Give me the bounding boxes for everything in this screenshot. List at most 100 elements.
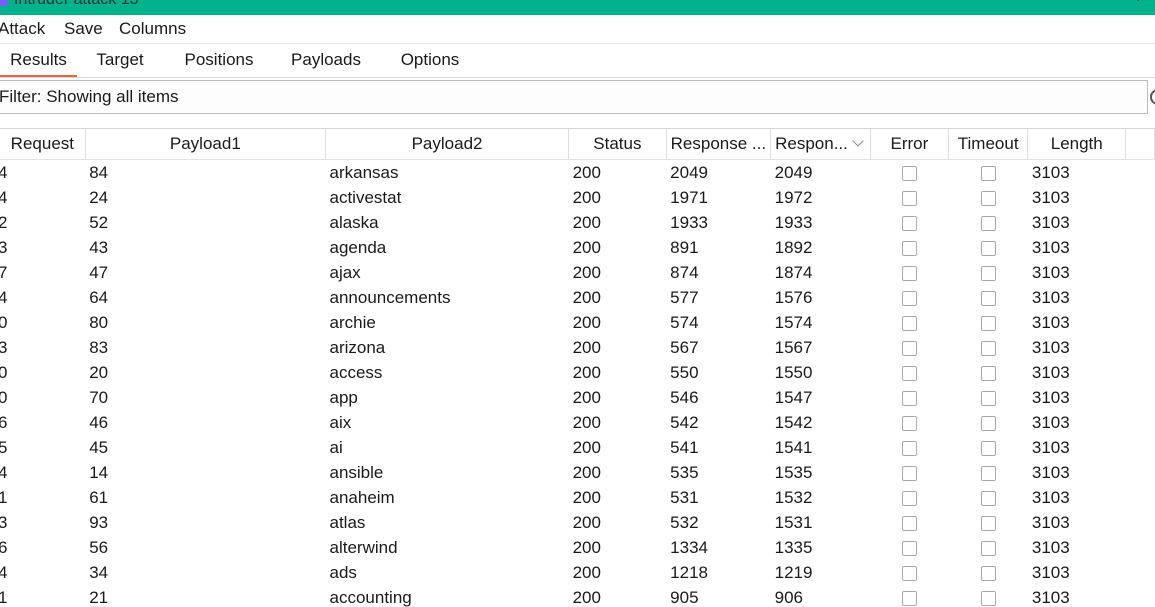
- column-header-timeout[interactable]: Timeout: [948, 129, 1029, 160]
- column-header-response-completed[interactable]: Respon...: [770, 129, 871, 160]
- timeout-checkbox[interactable]: [980, 215, 996, 231]
- timeout-checkbox[interactable]: [980, 590, 996, 606]
- row-status-cell: 200: [572, 412, 601, 432]
- timeout-checkbox[interactable]: [980, 165, 996, 181]
- menu-save[interactable]: Save: [64, 18, 103, 40]
- row-extra-cell: [1126, 310, 1155, 335]
- table-row[interactable]: 414 ansible 200 535 1535 3103: [0, 460, 1155, 485]
- table-row[interactable]: 656 alterwind 200 1334 1335 3103: [0, 535, 1155, 560]
- table-row[interactable]: 070 app 200 546 1547 3103: [0, 385, 1155, 410]
- timeout-checkbox[interactable]: [980, 465, 996, 481]
- column-header-request[interactable]: Request: [0, 129, 86, 160]
- row-timeout-cell: [948, 310, 1027, 335]
- timeout-checkbox[interactable]: [980, 390, 996, 406]
- row-payload2-cell: alaska: [329, 212, 379, 232]
- minimize-icon[interactable]: [1088, 0, 1102, 2]
- error-checkbox[interactable]: [901, 340, 917, 356]
- timeout-checkbox[interactable]: [980, 540, 996, 556]
- timeout-checkbox[interactable]: [980, 290, 996, 306]
- error-checkbox[interactable]: [901, 390, 917, 406]
- error-checkbox[interactable]: [901, 440, 917, 456]
- tab-options[interactable]: Options: [391, 44, 469, 75]
- row-extra-cell: [1126, 360, 1155, 385]
- row-request-cell: 4: [0, 285, 85, 310]
- error-checkbox[interactable]: [901, 290, 917, 306]
- table-row[interactable]: 545 ai 200 541 1541 3103: [0, 435, 1155, 460]
- tab-payloads[interactable]: Payloads: [283, 44, 369, 75]
- tab-positions[interactable]: Positions: [176, 44, 262, 75]
- timeout-checkbox[interactable]: [980, 265, 996, 281]
- row-payload2-cell: ai: [329, 437, 343, 457]
- menu-columns[interactable]: Columns: [119, 18, 186, 40]
- table-row[interactable]: 484 arkansas 200 2049 2049 3103: [0, 160, 1155, 186]
- row-extra-cell: [1126, 385, 1155, 410]
- row-response-completed-cell: 1933: [774, 212, 813, 232]
- column-header-status[interactable]: Status: [568, 129, 667, 160]
- row-error-cell: [870, 535, 948, 560]
- column-header-response-received[interactable]: Response ...: [666, 129, 772, 160]
- help-icon[interactable]: [1150, 89, 1155, 105]
- error-checkbox[interactable]: [901, 240, 917, 256]
- table-row[interactable]: 252 alaska 200 1933 1933 3103: [0, 210, 1155, 235]
- timeout-checkbox[interactable]: [980, 440, 996, 456]
- table-row[interactable]: 383 arizona 200 567 1567 3103: [0, 335, 1155, 360]
- tab-target[interactable]: Target: [84, 44, 156, 75]
- row-response-completed-cell: 1532: [774, 487, 813, 507]
- row-response-received-cell: 891: [670, 237, 699, 257]
- timeout-checkbox[interactable]: [980, 190, 996, 206]
- timeout-checkbox[interactable]: [980, 415, 996, 431]
- tab-results[interactable]: Results: [0, 44, 77, 77]
- window-title: Intruder attack 13: [14, 0, 139, 9]
- row-payload1-cell: 70: [89, 387, 109, 407]
- close-icon[interactable]: [1134, 0, 1148, 2]
- timeout-checkbox[interactable]: [980, 565, 996, 581]
- column-header-error[interactable]: Error: [870, 129, 949, 160]
- table-row[interactable]: 161 anaheim 200 531 1532 3103: [0, 485, 1155, 510]
- timeout-checkbox[interactable]: [980, 315, 996, 331]
- error-checkbox[interactable]: [901, 465, 917, 481]
- row-status-cell: 200: [572, 162, 601, 182]
- error-checkbox[interactable]: [901, 540, 917, 556]
- row-payload1-cell: 80: [89, 312, 109, 332]
- error-checkbox[interactable]: [901, 415, 917, 431]
- column-header-payload1[interactable]: Payload1: [85, 129, 327, 160]
- column-header-length[interactable]: Length: [1027, 129, 1127, 160]
- row-error-cell: [870, 385, 948, 410]
- table-row[interactable]: 424 activestat 200 1971 1972 3103: [0, 185, 1155, 210]
- error-checkbox[interactable]: [901, 265, 917, 281]
- table-row[interactable]: 646 aix 200 542 1542 3103: [0, 410, 1155, 435]
- table-row[interactable]: 343 agenda 200 891 1892 3103: [0, 235, 1155, 260]
- filter-bar[interactable]: Filter: Showing all items: [0, 80, 1148, 114]
- row-response-completed-cell: 1972: [774, 187, 813, 207]
- row-response-received-cell: 2049: [670, 162, 708, 182]
- error-checkbox[interactable]: [901, 590, 917, 606]
- error-checkbox[interactable]: [901, 365, 917, 381]
- row-response-received-cell: 1334: [670, 537, 708, 557]
- timeout-checkbox[interactable]: [980, 340, 996, 356]
- error-checkbox[interactable]: [901, 215, 917, 231]
- error-checkbox[interactable]: [901, 515, 917, 531]
- row-payload2-cell: app: [329, 387, 358, 407]
- menu-attack[interactable]: Attack: [0, 18, 45, 40]
- timeout-checkbox[interactable]: [980, 240, 996, 256]
- error-checkbox[interactable]: [901, 315, 917, 331]
- table-row[interactable]: 434 ads 200 1218 1219 3103: [0, 560, 1155, 585]
- table-row[interactable]: 393 atlas 200 532 1531 3103: [0, 510, 1155, 535]
- timeout-checkbox[interactable]: [980, 490, 996, 506]
- table-row[interactable]: 464 announcements 200 577 1576 3103: [0, 285, 1155, 310]
- timeout-checkbox[interactable]: [980, 515, 996, 531]
- error-checkbox[interactable]: [901, 565, 917, 581]
- error-checkbox[interactable]: [901, 165, 917, 181]
- error-checkbox[interactable]: [901, 190, 917, 206]
- row-response-completed-cell: 1219: [774, 562, 813, 582]
- table-row[interactable]: 747 ajax 200 874 1874 3103: [0, 260, 1155, 285]
- column-header-payload2[interactable]: Payload2: [325, 129, 570, 160]
- table-row[interactable]: 020 access 200 550 1550 3103: [0, 360, 1155, 385]
- row-payload1-cell: 64: [89, 287, 109, 307]
- timeout-checkbox[interactable]: [980, 365, 996, 381]
- error-checkbox[interactable]: [901, 490, 917, 506]
- table-row[interactable]: 121 accounting 200 905 906 3103: [0, 585, 1155, 607]
- row-status-cell: 200: [572, 587, 601, 607]
- table-row[interactable]: 080 archie 200 574 1574 3103: [0, 310, 1155, 335]
- row-timeout-cell: [948, 235, 1027, 260]
